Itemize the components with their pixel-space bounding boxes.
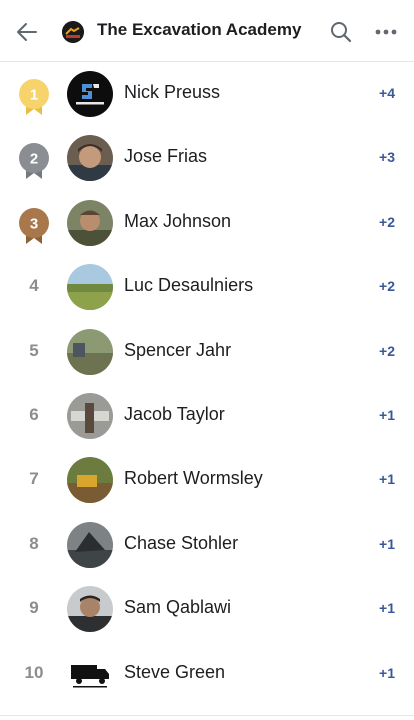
member-name: Robert Wormsley bbox=[124, 468, 263, 489]
leaderboard-row[interactable]: 5 Spencer Jahr +2 bbox=[0, 320, 414, 384]
points-badge: +1 bbox=[379, 600, 395, 617]
avatar[interactable] bbox=[67, 650, 113, 697]
svg-text:2: 2 bbox=[30, 151, 38, 168]
leaderboard-row[interactable]: 2 Jose Frias +3 bbox=[0, 126, 414, 190]
avatar[interactable] bbox=[67, 521, 113, 568]
avatar[interactable] bbox=[67, 328, 113, 375]
leaderboard-row[interactable]: 7 Robert Wormsley +1 bbox=[0, 448, 414, 512]
points-badge: +1 bbox=[379, 535, 395, 552]
back-button[interactable] bbox=[12, 17, 42, 47]
more-icon bbox=[375, 29, 397, 35]
leaderboard-row[interactable]: 1 Nick Preuss +4 bbox=[0, 62, 414, 126]
points-badge: +1 bbox=[379, 664, 395, 681]
search-button[interactable] bbox=[327, 18, 355, 46]
avatar[interactable] bbox=[67, 392, 113, 439]
points-badge: +1 bbox=[379, 471, 395, 488]
member-name: Chase Stohler bbox=[124, 532, 239, 553]
points-badge: +2 bbox=[379, 342, 395, 359]
rank-number: 9 bbox=[29, 598, 39, 618]
member-name: Jose Frias bbox=[124, 146, 208, 167]
points-badge: +1 bbox=[379, 406, 395, 423]
leaderboard-row[interactable]: 4 Luc Desaulniers +2 bbox=[0, 255, 414, 319]
member-name: Spencer Jahr bbox=[124, 339, 232, 360]
points-badge: +4 bbox=[379, 85, 395, 101]
avatar[interactable] bbox=[67, 71, 113, 117]
divider bbox=[0, 715, 414, 716]
rank-number: 4 bbox=[29, 276, 39, 296]
avatar[interactable] bbox=[67, 457, 113, 504]
rank-number: 7 bbox=[29, 469, 39, 489]
svg-text:1: 1 bbox=[30, 87, 38, 104]
points-badge: +3 bbox=[379, 149, 395, 166]
leaderboard-row[interactable]: 9 Sam Qablawi +1 bbox=[0, 577, 414, 641]
svg-text:3: 3 bbox=[30, 215, 38, 232]
leaderboard-row[interactable]: 6 Jacob Taylor +1 bbox=[0, 384, 414, 448]
leaderboard-row[interactable]: 8 Chase Stohler +1 bbox=[0, 513, 414, 577]
avatar[interactable] bbox=[67, 264, 113, 311]
avatar[interactable] bbox=[67, 586, 113, 633]
rank-number: 10 bbox=[24, 662, 44, 682]
bronze-medal-icon: 3 bbox=[19, 207, 49, 244]
search-icon bbox=[331, 22, 352, 43]
member-name: Luc Desaulniers bbox=[124, 275, 254, 296]
member-name: Sam Qablawi bbox=[124, 597, 232, 618]
points-badge: +2 bbox=[379, 213, 395, 230]
leaderboard-row[interactable]: 10 Steve Green +1 bbox=[0, 642, 414, 706]
rank-number: 5 bbox=[29, 340, 39, 360]
group-logo bbox=[62, 21, 84, 43]
app-header: The Excavation Academy bbox=[0, 0, 414, 62]
more-options-button[interactable] bbox=[372, 18, 400, 46]
silver-medal-icon: 2 bbox=[19, 143, 49, 180]
member-name: Jacob Taylor bbox=[124, 403, 225, 424]
leaderboard-row[interactable]: 3 Max Johnson +2 bbox=[0, 191, 414, 255]
rank-number: 6 bbox=[29, 404, 39, 424]
member-name: Steve Green bbox=[124, 661, 226, 682]
avatar[interactable] bbox=[67, 199, 113, 246]
avatar[interactable] bbox=[67, 135, 113, 182]
gold-medal-icon: 1 bbox=[19, 79, 49, 115]
leaderboard-list: 1 Nick Preuss +4 2 Jose Frias +3 3 Max J… bbox=[0, 62, 414, 706]
member-name: Nick Preuss bbox=[124, 82, 221, 102]
back-arrow-icon bbox=[17, 23, 37, 41]
points-badge: +2 bbox=[379, 278, 395, 295]
member-name: Max Johnson bbox=[124, 210, 232, 231]
rank-number: 8 bbox=[29, 533, 39, 553]
page-title: The Excavation Academy bbox=[97, 20, 302, 39]
